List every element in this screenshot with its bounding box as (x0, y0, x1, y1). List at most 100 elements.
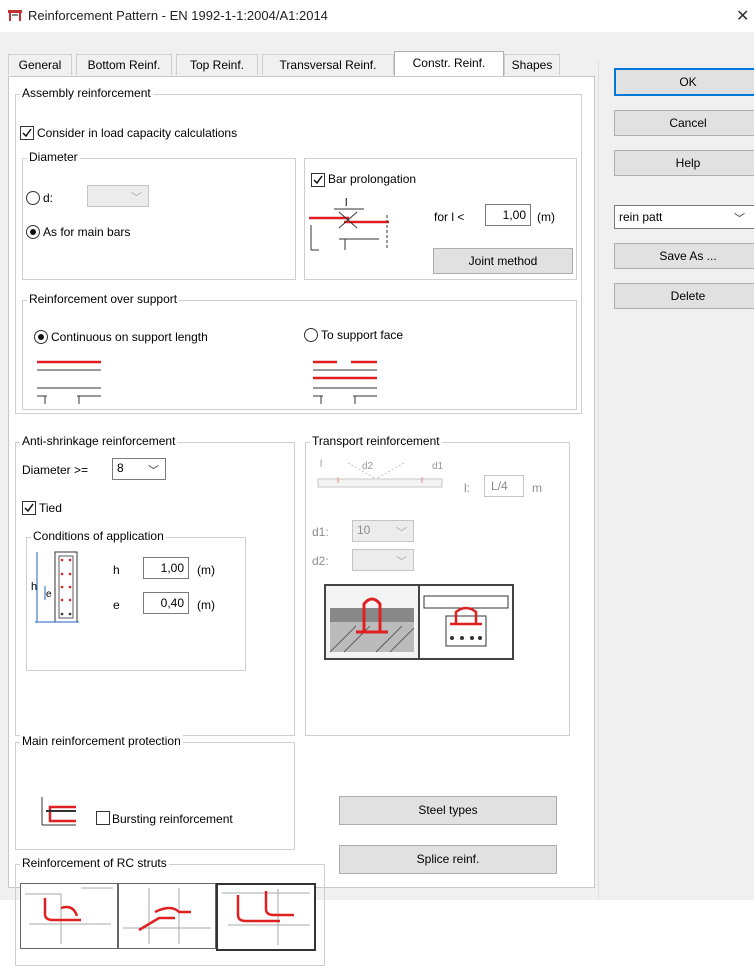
fig-d2: d2 (362, 461, 374, 472)
support-face-diagram (313, 360, 377, 404)
anti-shrinkage-title: Anti-shrinkage reinforcement (20, 434, 178, 448)
continuous-label: Continuous on support length (51, 330, 208, 344)
steel-types-button[interactable]: Steel types (339, 796, 557, 825)
conditions-group: Conditions of application h e h 1,00 (m)… (26, 529, 246, 671)
bursting-checkbox[interactable] (96, 811, 110, 825)
prolongation-length-input[interactable]: 1,00 (485, 204, 531, 226)
fig-d1: d1 (432, 461, 444, 472)
for-l-label: for l < (434, 210, 465, 224)
e-unit: (m) (197, 598, 215, 612)
fig-l-transport: l (320, 459, 322, 470)
lifting-loop-option[interactable] (324, 584, 420, 660)
diameter-title: Diameter (27, 150, 80, 164)
tied-checkbox[interactable] (22, 501, 36, 515)
h-label: h (113, 563, 120, 577)
support-title: Reinforcement over support (27, 292, 180, 306)
tab-general[interactable]: General (8, 54, 72, 75)
delete-button[interactable]: Delete (614, 283, 754, 309)
bursting-icon (41, 797, 76, 826)
h-input[interactable]: 1,00 (143, 557, 189, 579)
as-main-label: As for main bars (43, 225, 131, 239)
chevron-down-icon: ﹀ (396, 556, 407, 568)
assembly-title: Assembly reinforcement (20, 86, 153, 100)
help-button[interactable]: Help (614, 150, 754, 176)
tab-transversal-reinf[interactable]: Transversal Reinf. (262, 54, 394, 75)
d2-label: d2: (312, 554, 329, 568)
right-pane (598, 60, 754, 900)
tab-top-reinf[interactable]: Top Reinf. (176, 54, 258, 75)
transport-title: Transport reinforcement (310, 434, 442, 448)
consider-label: Consider in load capacity calculations (37, 126, 238, 140)
prolongation-checkbox[interactable] (311, 173, 325, 187)
chevron-down-icon: ﹀ (396, 527, 407, 539)
close-icon[interactable]: ✕ (736, 6, 749, 26)
splice-reinf-button[interactable]: Splice reinf. (339, 845, 557, 874)
d1-select[interactable]: 10 ﹀ (352, 520, 414, 542)
fig-l-label: l (345, 197, 347, 209)
title-bar: Reinforcement Pattern - EN 1992-1-1:2004… (0, 0, 754, 32)
anti-shrinkage-diameter-select[interactable]: 8 ﹀ (112, 458, 166, 480)
save-as-button[interactable]: Save As ... (614, 243, 754, 269)
strut-option-1[interactable] (20, 883, 118, 949)
strut-2-icon (123, 888, 211, 944)
chevron-down-icon: ﹀ (148, 465, 159, 477)
anti-shrinkage-group: Anti-shrinkage reinforcement Diameter >=… (15, 434, 295, 736)
d-label: d: (43, 191, 54, 205)
tied-label: Tied (39, 501, 62, 515)
radio-continuous[interactable] (34, 330, 48, 344)
strut-option-2[interactable] (118, 883, 216, 949)
conditions-title: Conditions of application (31, 529, 166, 543)
cancel-button[interactable]: Cancel (614, 110, 754, 136)
section-diagram: h e (31, 551, 79, 623)
ok-button[interactable]: OK (614, 68, 754, 96)
tab-panel: Assembly reinforcement Consider in load … (8, 76, 595, 966)
fig-e-label: e (46, 589, 52, 600)
tab-constr-reinf[interactable]: Constr. Reinf. (394, 51, 504, 76)
chevron-down-icon: ﹀ (131, 192, 142, 204)
transport-group: Transport reinforcement l d2 d1 l: L/4 m… (305, 434, 570, 736)
d-select[interactable]: ﹀ (87, 185, 149, 207)
strut-option-3[interactable] (216, 883, 316, 951)
diameter-group: Diameter d: ﹀ As for main bars (22, 150, 296, 280)
assembly-group: Assembly reinforcement Consider in load … (15, 86, 582, 414)
transport-l-label: l: (464, 481, 470, 495)
prolongation-diagram: l (309, 197, 389, 251)
diameter-min-label: Diameter >= (22, 463, 89, 477)
chevron-down-icon: ﹀ (734, 213, 745, 225)
support-face-label: To support face (321, 328, 404, 342)
tab-shapes[interactable]: Shapes (504, 54, 560, 75)
lifting-anchor-icon (423, 595, 509, 647)
fig-h-label: h (31, 581, 37, 593)
h-unit: (m) (197, 563, 215, 577)
app-icon (8, 10, 22, 21)
pattern-select[interactable]: rein patt ﹀ (614, 205, 754, 229)
prolongation-unit: (m) (537, 210, 555, 224)
support-group: Reinforcement over support Continuous on… (22, 292, 577, 410)
consider-checkbox[interactable] (20, 126, 34, 140)
strut-3-icon (222, 889, 310, 945)
transport-diagram: l d2 d1 (317, 459, 444, 488)
transport-l-input[interactable]: L/4 (484, 475, 524, 497)
d2-select[interactable]: ﹀ (352, 549, 414, 571)
prolongation-group: Bar prolongation l for l < 1,00 (m) Join… (304, 158, 577, 280)
struts-title: Reinforcement of RC struts (20, 856, 169, 870)
radio-d[interactable] (26, 191, 40, 205)
lifting-anchor-option[interactable] (418, 584, 514, 660)
strut-1-icon (25, 887, 113, 944)
radio-support-face[interactable] (304, 328, 318, 342)
main-protection-title: Main reinforcement protection (20, 734, 183, 748)
bursting-label: Bursting reinforcement (112, 812, 233, 826)
joint-method-button[interactable]: Joint method (433, 248, 573, 274)
d1-label: d1: (312, 525, 329, 539)
continuous-diagram (37, 360, 101, 404)
lifting-loop-icon (329, 597, 415, 653)
struts-group: Reinforcement of RC struts (15, 856, 325, 966)
e-input[interactable]: 0,40 (143, 592, 189, 614)
window-title: Reinforcement Pattern - EN 1992-1-1:2004… (28, 8, 328, 23)
main-protection-group: Main reinforcement protection Bursting r… (15, 734, 295, 850)
transport-l-unit: m (532, 481, 542, 495)
prolongation-label: Bar prolongation (328, 172, 417, 186)
tab-bottom-reinf[interactable]: Bottom Reinf. (76, 54, 172, 75)
radio-as-main[interactable] (26, 225, 40, 239)
e-label: e (113, 598, 120, 612)
